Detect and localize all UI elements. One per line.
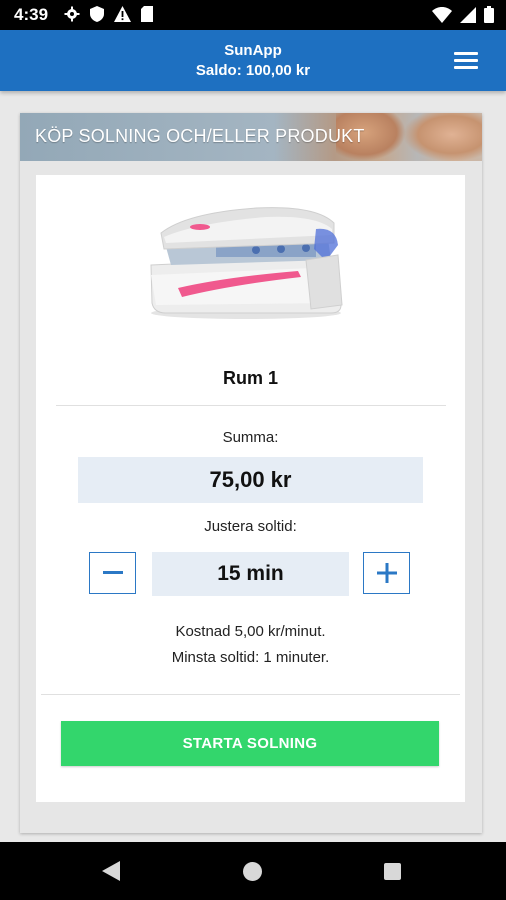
- signal-icon: [460, 6, 476, 23]
- increase-time-button[interactable]: [363, 552, 410, 594]
- divider: [56, 405, 446, 406]
- status-time: 4:39: [14, 5, 49, 24]
- tanning-time-value: 15 min: [152, 552, 349, 596]
- decrease-time-button[interactable]: [89, 552, 136, 594]
- gear-icon: [64, 6, 80, 22]
- wifi-icon: [432, 6, 452, 23]
- minus-icon: [102, 571, 123, 574]
- back-icon[interactable]: [102, 861, 120, 881]
- recents-icon[interactable]: [384, 863, 401, 880]
- banner-title: KÖP SOLNING OCH/ELLER PRODUKT: [35, 126, 365, 146]
- home-icon[interactable]: [243, 862, 262, 881]
- start-tanning-button[interactable]: STARTA SOLNING: [61, 721, 439, 766]
- status-icons-left: [64, 6, 153, 22]
- room-card: Rum 1 Summa: 75,00 kr Justera soltid: 15…: [36, 175, 465, 802]
- hamburger-menu-icon[interactable]: [454, 52, 478, 70]
- status-bar: 4:39: [0, 0, 506, 30]
- cost-per-minute-text: Kostnad 5,00 kr/minut.: [175, 623, 326, 640]
- system-nav-bar: [0, 842, 506, 900]
- divider: [41, 694, 460, 695]
- minimum-time-text: Minsta soltid: 1 minuter.: [171, 649, 330, 666]
- app-title: SunApp: [224, 42, 282, 59]
- adjust-time-label: Justera soltid:: [204, 518, 297, 535]
- banner: KÖP SOLNING OCH/ELLER PRODUKT: [20, 113, 482, 161]
- sum-value: 75,00 kr: [78, 457, 423, 503]
- app-bar: SunApp Saldo: 100,00 kr: [0, 30, 506, 91]
- warning-icon: [114, 6, 131, 22]
- balance-text: Saldo: 100,00 kr: [195, 62, 311, 79]
- battery-icon: [484, 6, 494, 23]
- plus-icon: [376, 563, 397, 583]
- room-name: Rum 1: [222, 368, 278, 388]
- shield-icon: [90, 6, 104, 22]
- sd-card-icon: [141, 6, 153, 22]
- sum-label: Summa:: [222, 429, 279, 446]
- tanning-bed-image: [150, 207, 343, 319]
- purchase-card: KÖP SOLNING OCH/ELLER PRODUKT Rum 1 Summ…: [20, 113, 482, 833]
- banner-photo-person: [404, 113, 482, 161]
- status-icons-right: [432, 6, 494, 23]
